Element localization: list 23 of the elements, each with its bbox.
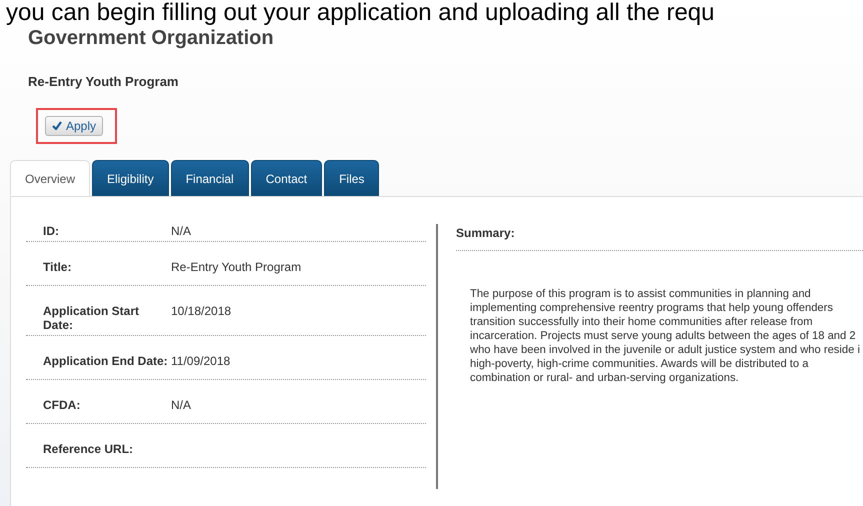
tab[interactable]: Files	[324, 160, 380, 196]
field-label: Title:	[42, 260, 72, 276]
summary-label: Summary:	[456, 224, 863, 250]
tab[interactable]: Financial	[170, 160, 249, 196]
field-label: Reference URL:	[42, 442, 134, 458]
field-value: N/A	[171, 224, 192, 238]
field-value: 11/09/2018	[171, 354, 230, 368]
summary-text: The purpose of this program is to assist communities in planning and implementing comprehensive reentry programs that help young offenders transition successfully into their home communities after release from incarceration. Projects must serve young adults between the ages of 18 and 2 who have been involved in the juvenile or adult justice system and who reside i high-poverty, high-crime communities. Awards will be distributed to a combination or rural- and urban-serving organizations.	[470, 286, 861, 384]
program-title: Re-Entry Youth Program	[28, 73, 180, 91]
field-label: CFDA:	[42, 398, 82, 414]
field-value: Re-Entry Youth Program	[171, 260, 302, 274]
field-label: Application Start Date:	[42, 304, 140, 334]
organization-name: Government Organization	[27, 26, 275, 50]
checkmark-icon	[52, 121, 62, 130]
tab[interactable]: Eligibility	[92, 160, 169, 196]
field-label: Application End Date:	[42, 354, 169, 370]
banner-text: you can begin filling out your application and uploading all the requ	[5, 0, 716, 26]
apply-button[interactable]: Apply	[45, 116, 104, 136]
tab[interactable]: Overview	[10, 160, 90, 196]
field-value: N/A	[171, 398, 192, 412]
field-value: 10/18/2018	[171, 304, 232, 318]
field-label: ID:	[42, 224, 60, 240]
tab[interactable]: Contact	[250, 160, 322, 196]
